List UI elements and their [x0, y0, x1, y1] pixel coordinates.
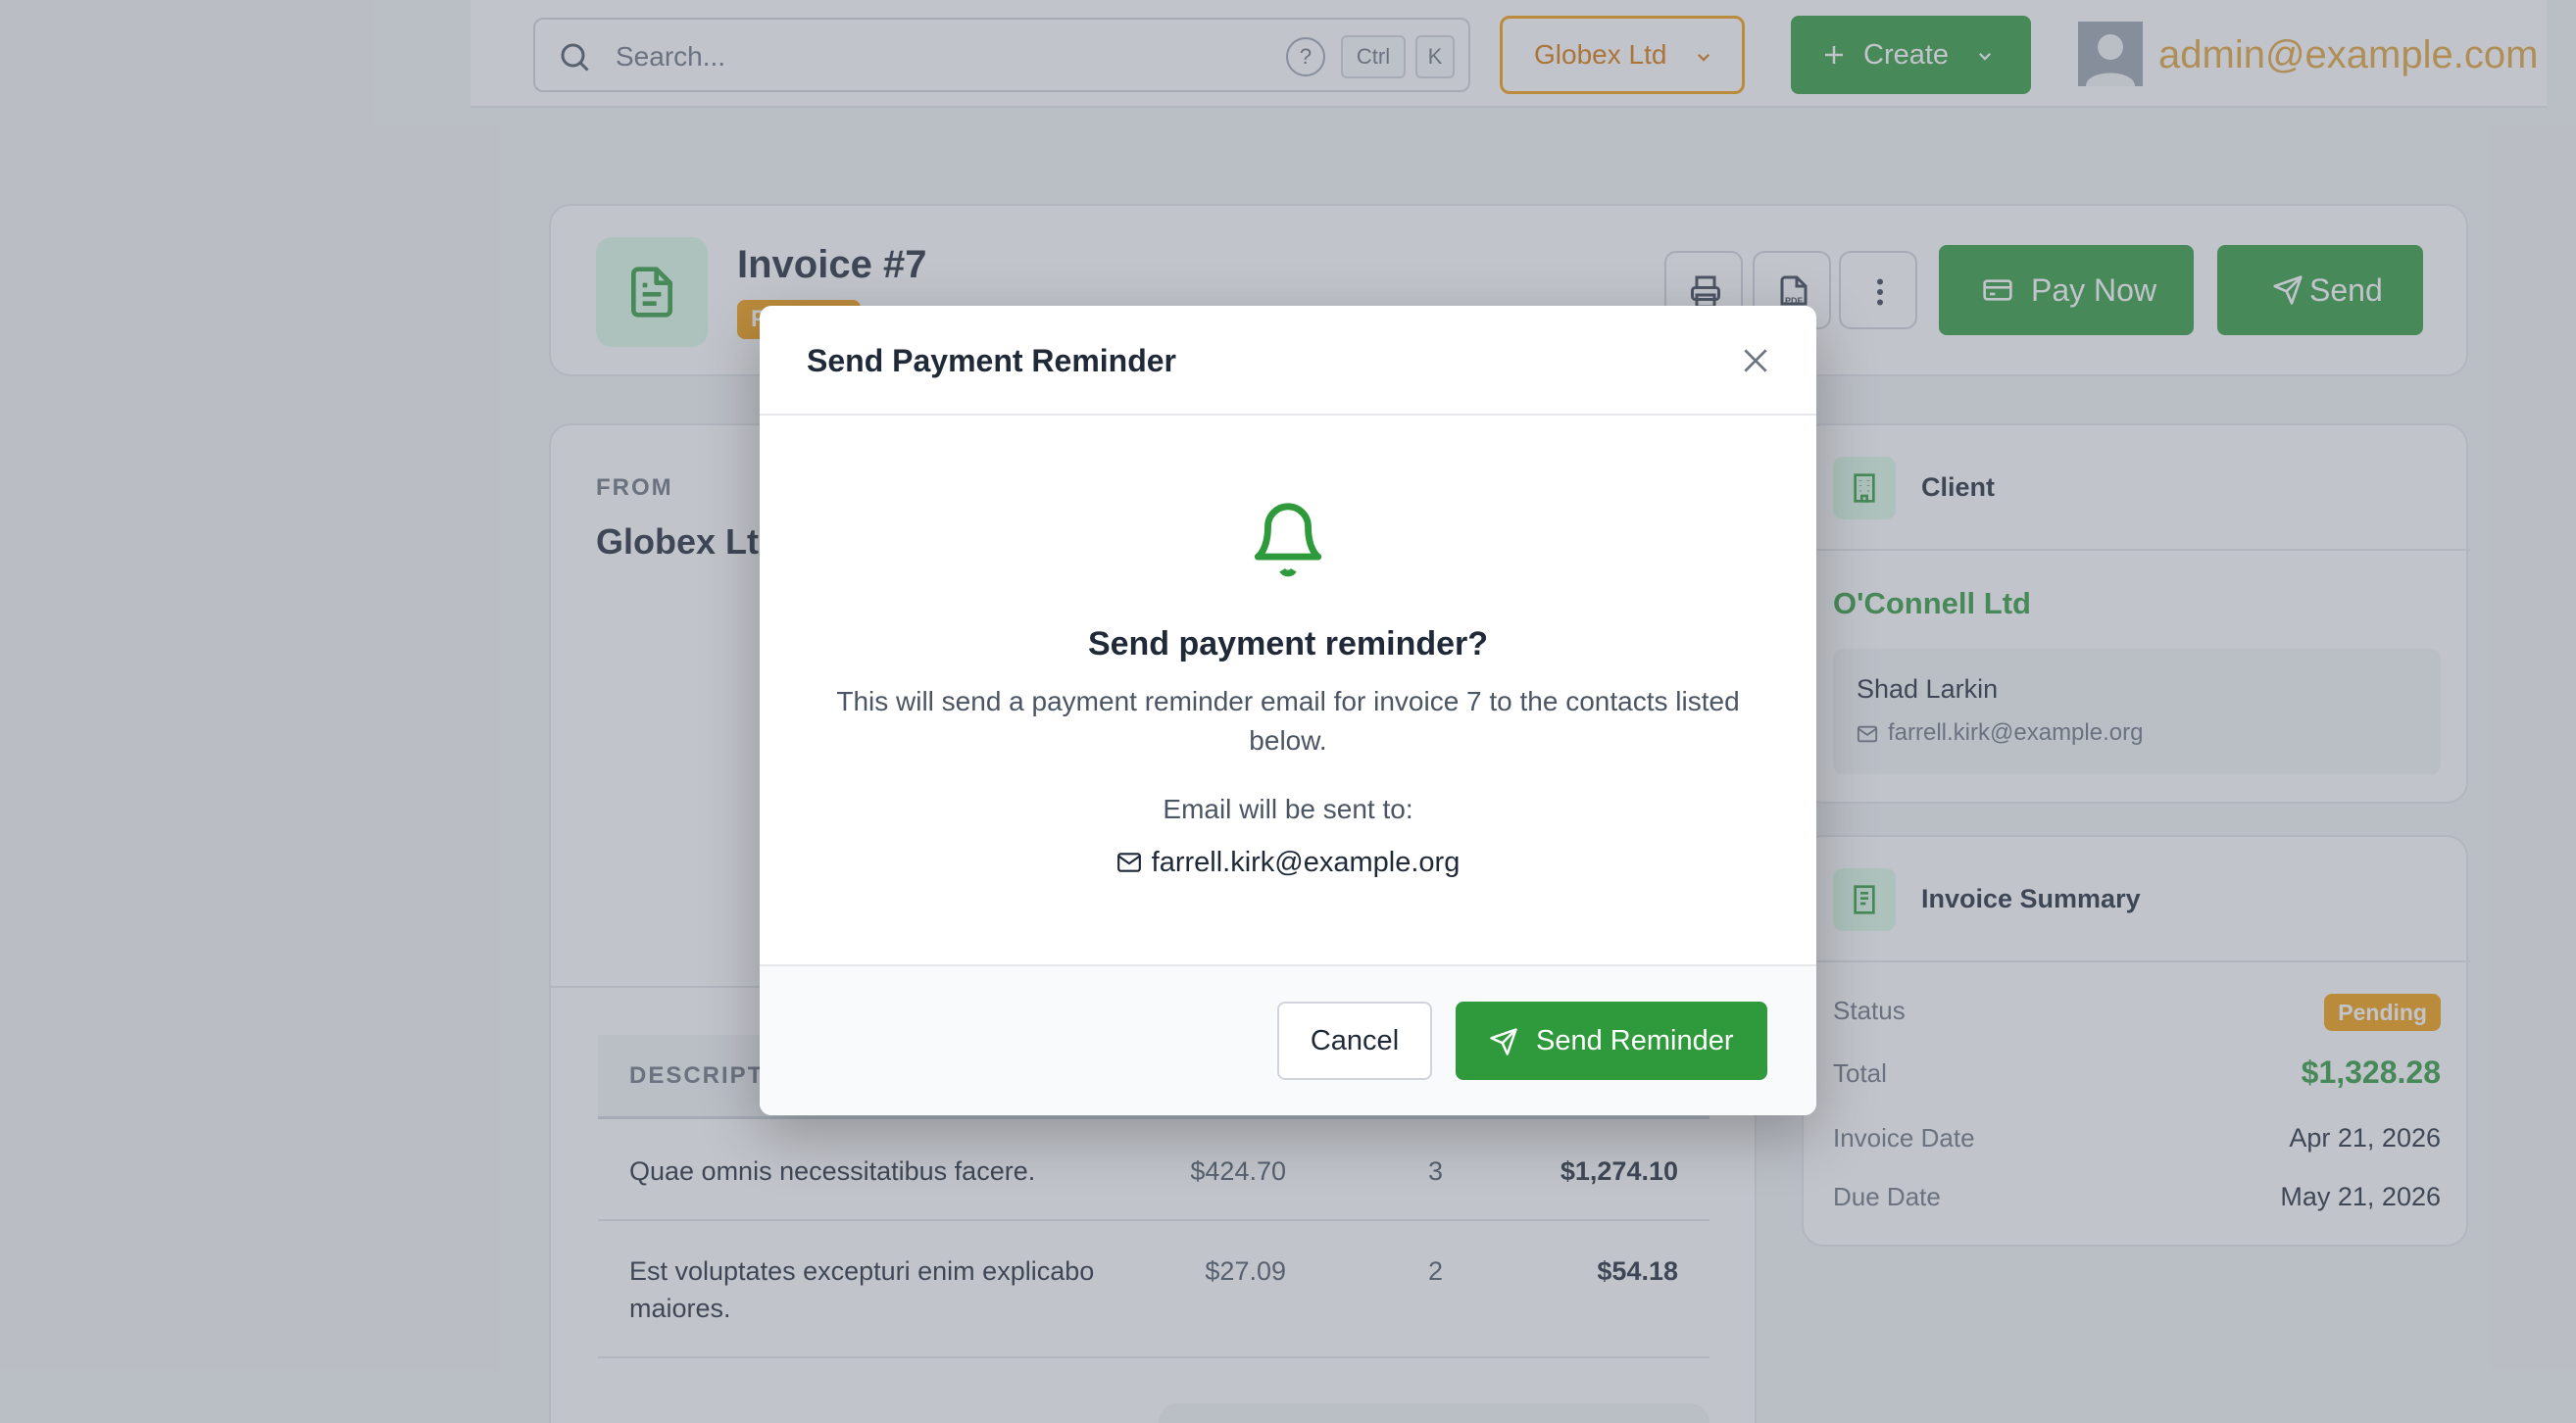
close-icon[interactable] — [1740, 345, 1771, 376]
recipient-email: farrell.kirk@example.org — [760, 847, 1816, 879]
send-reminder-label: Send Reminder — [1536, 1025, 1734, 1056]
modal-title: Send Payment Reminder — [807, 343, 1176, 378]
modal-heading: Send payment reminder? — [1087, 625, 1489, 662]
cancel-button[interactable]: Cancel — [1277, 1002, 1432, 1080]
mail-icon — [1116, 853, 1141, 872]
divider — [760, 414, 1816, 416]
modal-footer: Cancel Send Reminder — [760, 964, 1816, 1115]
bell-icon — [1254, 503, 1322, 577]
sent-to-label: Email will be sent to: — [1163, 794, 1413, 824]
send-reminder-button[interactable]: Send Reminder — [1456, 1002, 1767, 1080]
modal-body-text: This will send a payment reminder email … — [836, 686, 1740, 756]
send-icon — [1490, 1028, 1517, 1055]
recipient-email-text: farrell.kirk@example.org — [1151, 847, 1461, 878]
send-reminder-modal: Send Payment Reminder Send payment remin… — [760, 306, 1816, 1115]
